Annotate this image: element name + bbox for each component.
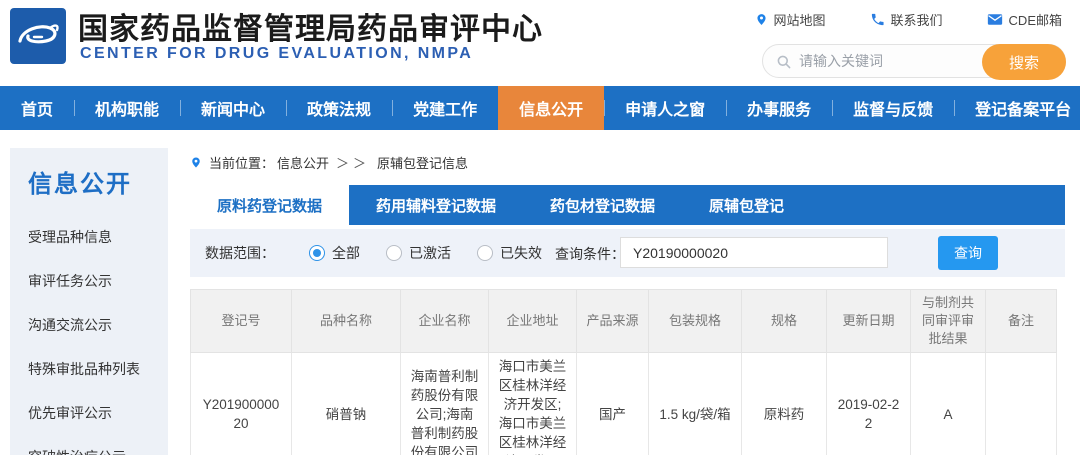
nav-item-news-center[interactable]: 新闻中心	[180, 86, 286, 130]
page: 国家药品监督管理局药品审评中心 CENTER FOR DRUG EVALUATI…	[0, 0, 1080, 455]
column-header-registration-no: 登记号	[191, 290, 292, 353]
column-header-update-date: 更新日期	[827, 290, 911, 353]
nav-item-supervision-feedback[interactable]: 监督与反馈	[832, 86, 954, 130]
contact-us-link[interactable]: 联系我们	[870, 10, 943, 29]
radio-label-expired: 已失效	[500, 243, 542, 263]
cell-variety-name: 硝普钠	[292, 353, 401, 455]
tab-raw-aux-pack-registration[interactable]: 原辅包登记	[682, 185, 811, 225]
contact-us-link-label: 联系我们	[891, 10, 943, 29]
sitemap-link-label: 网站地图	[774, 10, 826, 29]
cell-joint-review-result: A	[911, 353, 986, 455]
main-content: 当前位置：信息公开 ＞＞ 原辅包登记信息 原料药登记数据 药用辅料登记数据 药包…	[190, 148, 1065, 455]
sidebar-item-special-approval-list[interactable]: 特殊审批品种列表	[10, 347, 168, 391]
cell-spec: 原料药	[742, 353, 827, 455]
header-utility-links: 网站地图 联系我们 CDE邮箱	[755, 10, 1062, 29]
search-icon	[776, 54, 792, 70]
cde-mail-link[interactable]: CDE邮箱	[987, 10, 1062, 29]
search-button[interactable]: 搜索	[982, 44, 1066, 80]
column-header-joint-review-result: 与制剂共同审评审批结果	[911, 290, 986, 353]
site-title-en: CENTER FOR DRUG EVALUATION, NMPA	[80, 45, 473, 63]
sidebar-item-accepted-varieties[interactable]: 受理品种信息	[10, 215, 168, 259]
tab-excipient-registration-data[interactable]: 药用辅料登记数据	[349, 185, 523, 225]
breadcrumb-label: 当前位置：	[209, 153, 274, 172]
cell-company-name: 海南普利制药股份有限公司;海南普利制药股份有限公司	[401, 353, 489, 455]
filter-bar: 数据范围： 全部 已激活 已失效 查询条件： 查询	[190, 229, 1065, 277]
radio-option-all[interactable]: 全部	[309, 243, 360, 263]
sidebar: 信息公开 受理品种信息 审评任务公示 沟通交流公示 特殊审批品种列表 优先审评公…	[10, 148, 168, 455]
cell-registration-no: Y20190000020	[191, 353, 292, 455]
column-header-remarks: 备注	[986, 290, 1057, 353]
breadcrumb-current: 原辅包登记信息	[377, 153, 468, 172]
data-tabs: 原料药登记数据 药用辅料登记数据 药包材登记数据 原辅包登记	[190, 185, 1065, 225]
query-button[interactable]: 查询	[938, 236, 998, 270]
nav-item-registration-platform[interactable]: 登记备案平台	[954, 86, 1080, 130]
nav-item-org-functions[interactable]: 机构职能	[74, 86, 180, 130]
cell-company-address: 海口市美兰区桂林洋经济开发区;海口市美兰区桂林洋经济开发区	[489, 353, 577, 455]
tab-api-registration-data[interactable]: 原料药登记数据	[190, 185, 349, 225]
sidebar-list: 受理品种信息 审评任务公示 沟通交流公示 特殊审批品种列表 优先审评公示 突破性…	[10, 215, 168, 455]
radio-label-activated: 已激活	[409, 243, 451, 263]
location-pin-icon	[755, 12, 768, 27]
column-header-product-origin: 产品来源	[577, 290, 649, 353]
location-pin-icon	[190, 155, 202, 170]
breadcrumb: 当前位置：信息公开 ＞＞ 原辅包登记信息	[190, 148, 1065, 176]
radio-label-all: 全部	[332, 243, 360, 263]
sidebar-item-breakthrough-therapy[interactable]: 突破性治疗公示	[10, 435, 168, 455]
radio-icon[interactable]	[386, 245, 402, 261]
cell-remarks	[986, 353, 1057, 455]
cde-logo-icon	[10, 8, 66, 64]
site-header: 国家药品监督管理局药品审评中心 CENTER FOR DRUG EVALUATI…	[0, 0, 1080, 86]
column-header-spec: 规格	[742, 290, 827, 353]
scope-label: 数据范围：	[205, 243, 275, 263]
sidebar-title: 信息公开	[10, 148, 168, 199]
radio-icon[interactable]	[309, 245, 325, 261]
nav-item-party-building[interactable]: 党建工作	[392, 86, 498, 130]
search-input[interactable]	[799, 46, 979, 76]
site-search: 搜索	[762, 44, 1066, 78]
radio-option-activated[interactable]: 已激活	[386, 243, 451, 263]
cell-packaging-spec: 1.5 kg/袋/箱	[649, 353, 742, 455]
nav-item-services[interactable]: 办事服务	[726, 86, 832, 130]
radio-option-expired[interactable]: 已失效	[477, 243, 542, 263]
column-header-company-name: 企业名称	[401, 290, 489, 353]
main-nav: 首页 机构职能 新闻中心 政策法规 党建工作 信息公开 申请人之窗 办事服务 监…	[0, 86, 1080, 130]
cell-product-origin: 国产	[577, 353, 649, 455]
table-row[interactable]: Y20190000020 硝普钠 海南普利制药股份有限公司;海南普利制药股份有限…	[191, 353, 1057, 455]
envelope-icon	[987, 13, 1003, 26]
breadcrumb-separator: ＞＞	[336, 153, 370, 172]
cell-update-date: 2019-02-22	[827, 353, 911, 455]
nav-item-policy[interactable]: 政策法规	[286, 86, 392, 130]
sidebar-item-priority-review[interactable]: 优先审评公示	[10, 391, 168, 435]
radio-icon[interactable]	[477, 245, 493, 261]
nav-item-info-disclosure[interactable]: 信息公开	[498, 86, 604, 130]
nav-item-applicant-window[interactable]: 申请人之窗	[604, 86, 726, 130]
column-header-company-address: 企业地址	[489, 290, 577, 353]
column-header-packaging-spec: 包装规格	[649, 290, 742, 353]
phone-icon	[870, 12, 885, 27]
table-header-row: 登记号 品种名称 企业名称 企业地址 产品来源 包装规格 规格 更新日期 与制剂…	[191, 290, 1057, 353]
tab-packaging-registration-data[interactable]: 药包材登记数据	[523, 185, 682, 225]
cde-mail-link-label: CDE邮箱	[1009, 10, 1062, 29]
query-condition-input[interactable]	[620, 237, 888, 268]
breadcrumb-section[interactable]: 信息公开	[277, 153, 329, 172]
sidebar-item-communication[interactable]: 沟通交流公示	[10, 303, 168, 347]
column-header-variety-name: 品种名称	[292, 290, 401, 353]
registration-data-table: 登记号 品种名称 企业名称 企业地址 产品来源 包装规格 规格 更新日期 与制剂…	[190, 289, 1057, 455]
query-condition-label: 查询条件：	[555, 244, 625, 264]
sidebar-item-review-tasks[interactable]: 审评任务公示	[10, 259, 168, 303]
nav-item-home[interactable]: 首页	[0, 86, 74, 130]
sitemap-link[interactable]: 网站地图	[755, 10, 826, 29]
site-title-cn: 国家药品监督管理局药品审评中心	[78, 4, 543, 48]
